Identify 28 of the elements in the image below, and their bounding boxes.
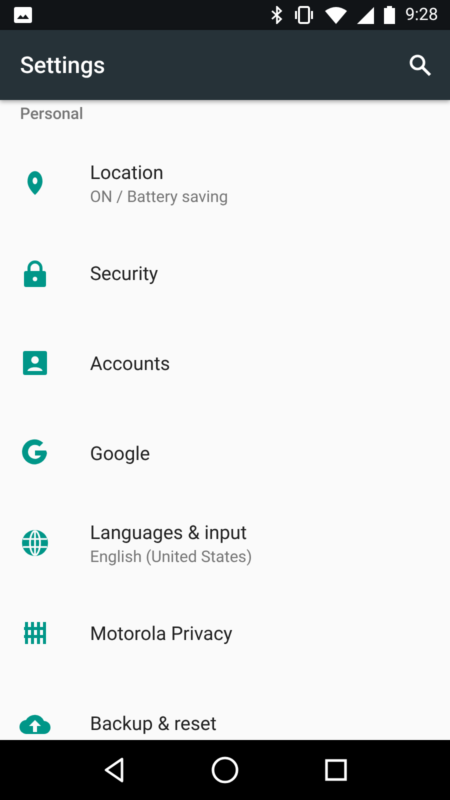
bluetooth-icon bbox=[271, 6, 284, 24]
vibrate-icon bbox=[293, 6, 316, 24]
app-title: Settings bbox=[20, 52, 106, 78]
fence-icon bbox=[24, 622, 46, 644]
account-icon bbox=[23, 351, 47, 375]
cloud-upload-icon bbox=[19, 712, 51, 734]
signal-icon bbox=[357, 6, 374, 24]
lock-icon bbox=[24, 260, 46, 286]
setting-title[interactable]: Backup & reset bbox=[90, 712, 217, 734]
globe-icon bbox=[22, 530, 48, 556]
location-pin-icon bbox=[26, 170, 44, 196]
setting-title[interactable]: Location bbox=[90, 160, 228, 184]
setting-title[interactable]: Languages & input bbox=[90, 520, 252, 544]
setting-title[interactable]: Accounts bbox=[90, 352, 170, 374]
setting-title[interactable]: Google bbox=[90, 442, 150, 464]
status-time: 9:28 bbox=[405, 5, 438, 25]
setting-title[interactable]: Security bbox=[90, 262, 158, 284]
battery-icon bbox=[384, 6, 396, 24]
section-header: Personal bbox=[19, 103, 84, 125]
setting-title[interactable]: Motorola Privacy bbox=[90, 622, 232, 644]
image-icon bbox=[14, 7, 32, 23]
home-button[interactable] bbox=[211, 756, 239, 784]
recents-button[interactable] bbox=[325, 759, 347, 781]
setting-summary: ON / Battery saving bbox=[90, 186, 228, 206]
back-button[interactable] bbox=[103, 757, 125, 783]
setting-summary: English (United States) bbox=[90, 546, 252, 566]
search-button[interactable] bbox=[408, 53, 432, 77]
wifi-icon bbox=[325, 6, 348, 24]
